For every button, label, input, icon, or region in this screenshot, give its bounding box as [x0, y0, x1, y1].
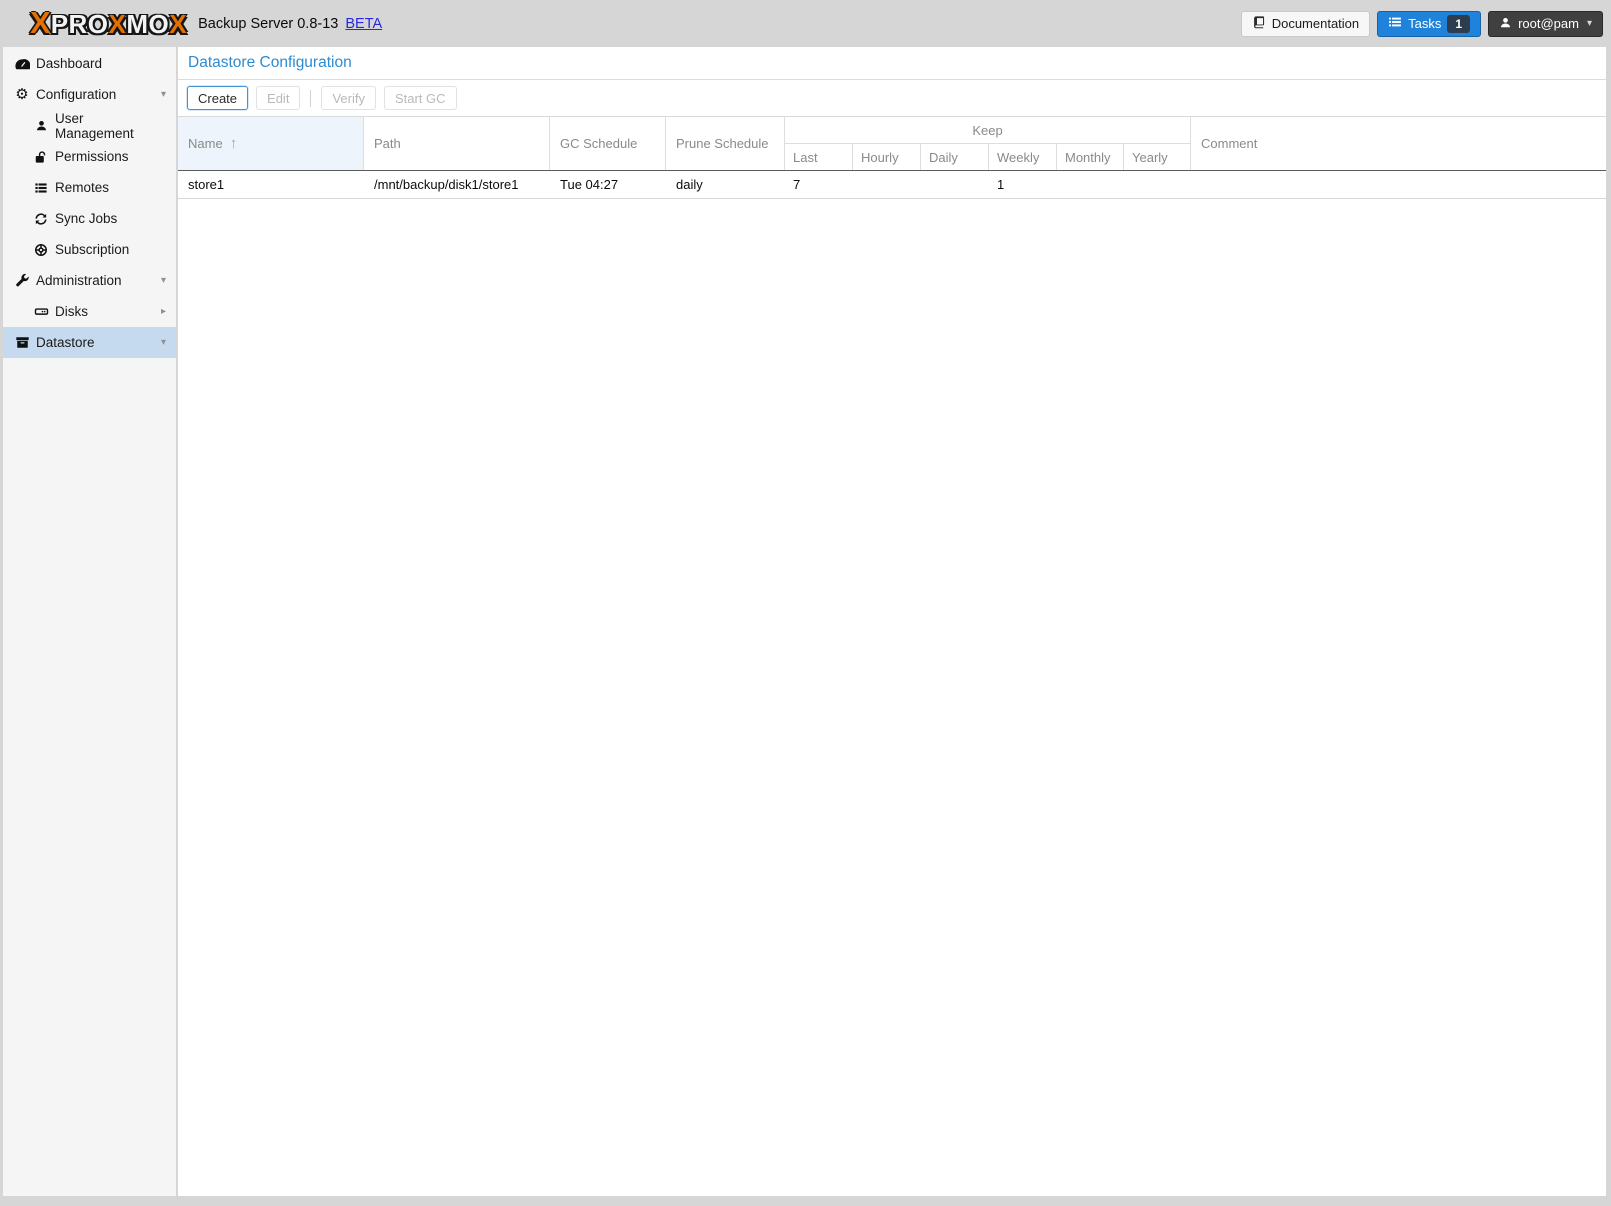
column-header-keep-monthly[interactable]: Monthly — [1057, 144, 1124, 170]
user-menu-button[interactable]: root@pam ▾ — [1488, 11, 1603, 37]
cell-keep-last: 7 — [785, 177, 853, 192]
column-header-prune-schedule[interactable]: Prune Schedule — [666, 117, 785, 170]
chevron-down-icon: ▾ — [1587, 18, 1592, 29]
sidebar-item-datastore[interactable]: Datastore ▾ — [3, 327, 176, 358]
cell-keep-weekly: 1 — [989, 177, 1057, 192]
column-group-keep: Keep Last Hourly Daily Weekly Monthly Ye… — [785, 117, 1191, 170]
cell-gc-schedule: Tue 04:27 — [550, 177, 666, 192]
column-header-path[interactable]: Path — [364, 117, 550, 170]
user-icon — [1499, 16, 1512, 32]
tasks-button-label: Tasks — [1408, 16, 1441, 31]
wordmark-part: X — [169, 9, 187, 39]
sync-icon — [32, 212, 50, 226]
tasks-count-badge: 1 — [1447, 15, 1470, 33]
hdd-icon — [32, 304, 50, 319]
gear-glyph: ⚙ — [15, 87, 28, 102]
column-header-label: Name — [188, 136, 223, 151]
toolbar-separator — [310, 90, 311, 107]
sidebar-item-permissions[interactable]: Permissions — [3, 141, 176, 172]
table-row-store1[interactable]: store1 /mnt/backup/disk1/store1 Tue 04:2… — [178, 171, 1606, 199]
sidebar-item-user-management[interactable]: User Management — [3, 110, 176, 141]
sidebar-item-label: Subscription — [55, 242, 129, 257]
sidebar-item-administration[interactable]: Administration ▾ — [3, 265, 176, 296]
column-header-keep-daily[interactable]: Daily — [921, 144, 989, 170]
column-header-name[interactable]: Name ↑ — [178, 117, 364, 170]
main-panel: Datastore Configuration Create Edit Veri… — [178, 47, 1606, 1196]
proxmox-logo: X PROXMOX — [30, 8, 187, 39]
edit-button[interactable]: Edit — [256, 86, 300, 110]
sidebar-item-subscription[interactable]: Subscription — [3, 234, 176, 265]
chevron-right-icon[interactable]: ▸ — [161, 306, 166, 317]
cell-path: /mnt/backup/disk1/store1 — [364, 177, 550, 192]
archive-icon — [13, 335, 31, 350]
sidebar-item-label: User Management — [55, 111, 166, 141]
page-title: Datastore Configuration — [188, 54, 352, 72]
tasks-button[interactable]: Tasks 1 — [1377, 11, 1481, 37]
top-header: X PROXMOX Backup Server 0.8-13 BETA Docu… — [0, 0, 1611, 47]
table-empty-area — [178, 199, 1606, 1196]
sidebar-item-label: Dashboard — [36, 56, 102, 71]
wordmark-part: X — [109, 9, 127, 39]
keep-subcolumns: Last Hourly Daily Weekly Monthly Yearly — [785, 144, 1190, 170]
sidebar-item-disks[interactable]: Disks ▸ — [3, 296, 176, 327]
sidebar-item-dashboard[interactable]: Dashboard — [3, 48, 176, 79]
sidebar-item-label: Permissions — [55, 149, 129, 164]
column-header-keep-last[interactable]: Last — [785, 144, 853, 170]
user-icon — [32, 119, 50, 132]
documentation-button[interactable]: Documentation — [1241, 11, 1370, 37]
proxmox-x-icon: X — [30, 8, 50, 38]
table-header: Name ↑ Path GC Schedule Prune Schedule K… — [178, 116, 1606, 171]
sidebar-item-label: Disks — [55, 304, 88, 319]
sidebar-nav: Dashboard ⚙ Configuration ▾ User Managem… — [3, 47, 176, 1196]
life-ring-icon — [32, 243, 50, 257]
sidebar-item-sync-jobs[interactable]: Sync Jobs — [3, 203, 176, 234]
beta-link[interactable]: BETA — [345, 16, 382, 32]
unlock-icon — [32, 150, 50, 164]
sidebar-item-label: Datastore — [36, 335, 95, 350]
wordmark-part: MO — [126, 9, 169, 39]
gears-icon: ⚙ — [13, 87, 31, 102]
column-header-gc-schedule[interactable]: GC Schedule — [550, 117, 666, 170]
sidebar-item-remotes[interactable]: Remotes — [3, 172, 176, 203]
verify-button[interactable]: Verify — [321, 86, 376, 110]
wrench-icon — [13, 273, 31, 288]
proxmox-wordmark: PROXMOX — [51, 9, 187, 39]
column-header-keep-yearly[interactable]: Yearly — [1124, 144, 1191, 170]
chevron-down-icon[interactable]: ▾ — [161, 337, 166, 348]
sort-ascending-icon: ↑ — [230, 137, 238, 150]
column-group-keep-label: Keep — [785, 117, 1190, 144]
column-header-comment[interactable]: Comment — [1191, 117, 1606, 170]
column-header-keep-hourly[interactable]: Hourly — [853, 144, 921, 170]
start-gc-button[interactable]: Start GC — [384, 86, 457, 110]
cell-prune-schedule: daily — [666, 177, 785, 192]
book-icon — [1252, 15, 1266, 32]
task-list-icon — [1388, 15, 1402, 32]
topbar-actions: Documentation Tasks 1 root@pam ▾ — [1241, 11, 1603, 37]
panel-titlebar: Datastore Configuration — [178, 47, 1606, 80]
tachometer-icon — [13, 56, 31, 72]
datastore-toolbar: Create Edit Verify Start GC — [178, 80, 1606, 116]
chevron-down-icon[interactable]: ▾ — [161, 275, 166, 286]
wordmark-part: PRO — [51, 9, 109, 39]
chevron-down-icon[interactable]: ▾ — [161, 89, 166, 100]
documentation-button-label: Documentation — [1272, 16, 1359, 31]
sidebar-item-label: Sync Jobs — [55, 211, 117, 226]
sidebar-item-label: Administration — [36, 273, 122, 288]
user-menu-label: root@pam — [1518, 16, 1579, 31]
create-button[interactable]: Create — [187, 86, 248, 110]
app-frame: Dashboard ⚙ Configuration ▾ User Managem… — [3, 47, 1606, 1196]
sidebar-item-label: Remotes — [55, 180, 109, 195]
column-header-keep-weekly[interactable]: Weekly — [989, 144, 1057, 170]
cell-name: store1 — [178, 177, 364, 192]
sidebar-item-configuration[interactable]: ⚙ Configuration ▾ — [3, 79, 176, 110]
list-icon — [32, 181, 50, 195]
sidebar-item-label: Configuration — [36, 87, 116, 102]
product-version-label: Backup Server 0.8-13 — [198, 16, 338, 32]
